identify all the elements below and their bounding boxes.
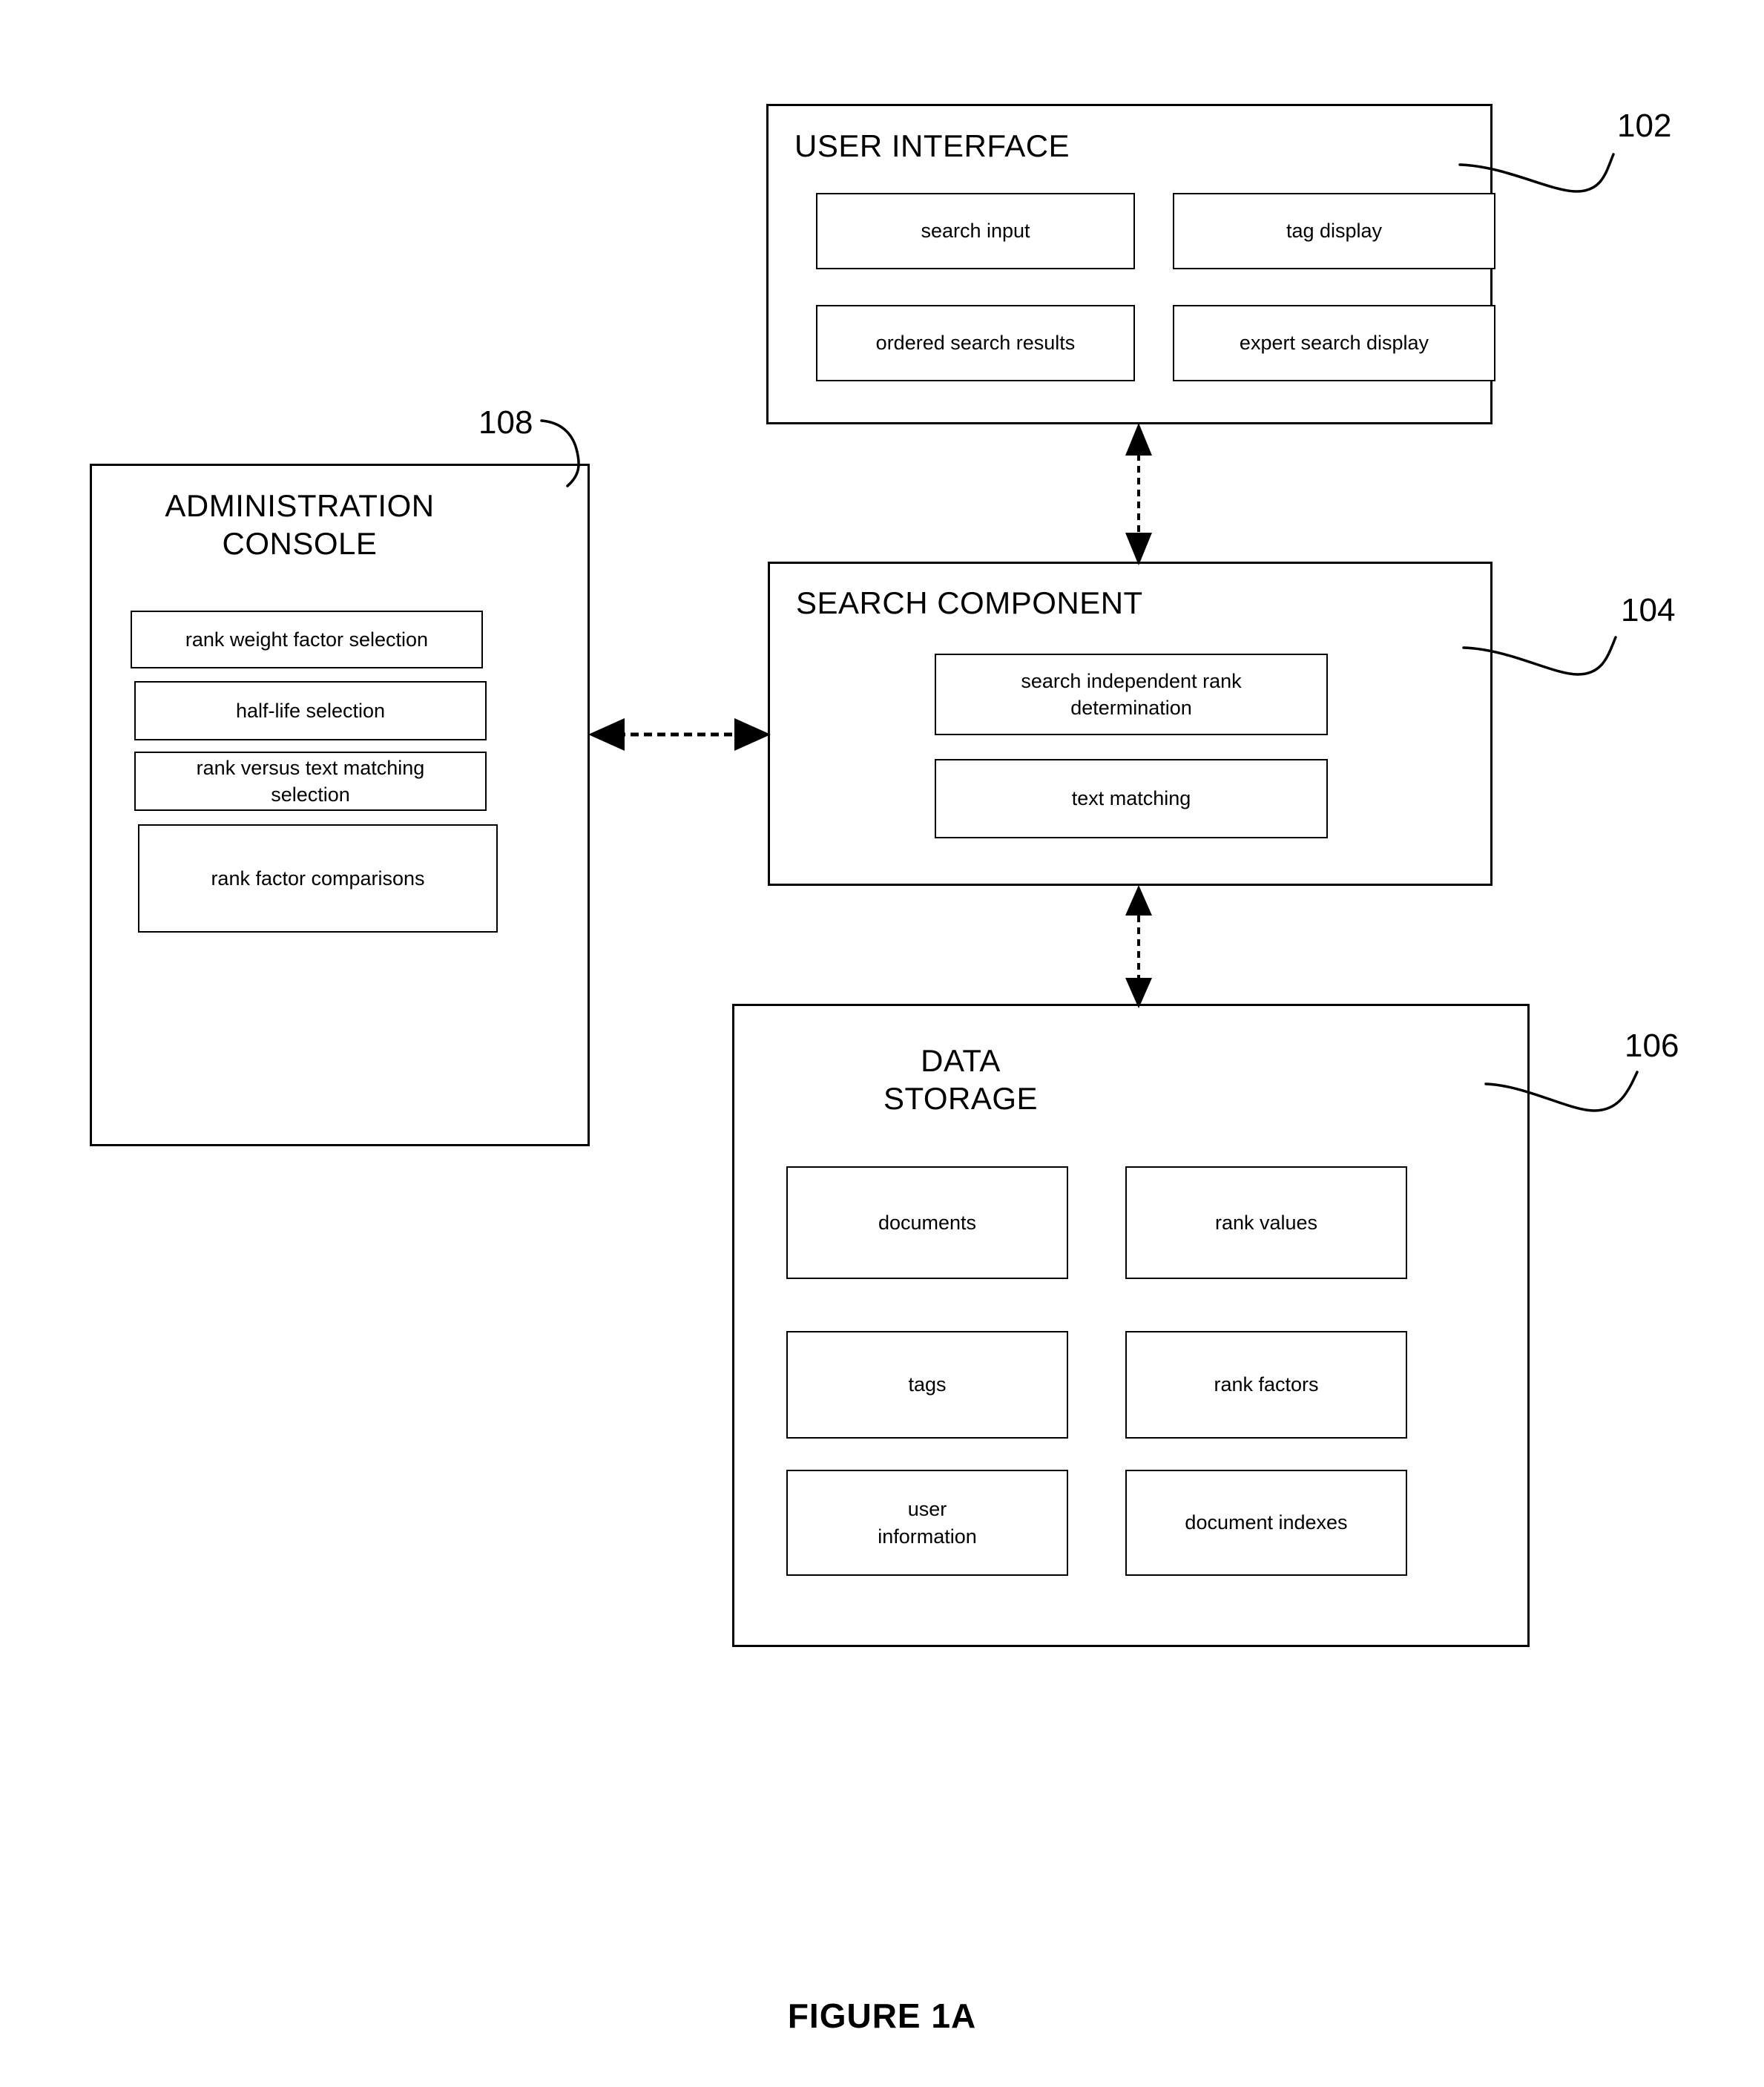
storage-box-user-information[interactable]: user information <box>786 1470 1068 1576</box>
storage-box-document-indexes-label: document indexes <box>1185 1511 1348 1534</box>
storage-box-tags[interactable]: tags <box>786 1331 1068 1439</box>
storage-box-user-information-label: user information <box>878 1498 977 1548</box>
ui-box-ordered-search-results-label: ordered search results <box>875 332 1076 355</box>
admin-box-rank-weight-factor-selection[interactable]: rank weight factor selection <box>131 611 483 668</box>
ui-box-search-input-label: search input <box>921 220 1030 243</box>
panel-user-interface: USER INTERFACE search input tag display … <box>766 104 1495 424</box>
ui-box-tag-display-label: tag display <box>1286 220 1383 243</box>
panel-search-component: SEARCH COMPONENT search independent rank… <box>768 562 1493 886</box>
storage-box-rank-factors-label: rank factors <box>1214 1373 1319 1396</box>
ui-box-search-input[interactable]: search input <box>816 193 1135 269</box>
ref-numeral-108: 108 <box>478 404 533 441</box>
connector-admin-to-search <box>588 718 771 751</box>
data-storage-title: DATA STORAGE <box>883 1043 1039 1117</box>
admin-box-rank-factor-comparisons-label: rank factor comparisons <box>211 867 425 890</box>
storage-box-rank-values[interactable]: rank values <box>1125 1166 1407 1279</box>
ui-box-tag-display[interactable]: tag display <box>1173 193 1495 269</box>
storage-box-rank-factors[interactable]: rank factors <box>1125 1331 1407 1439</box>
search-component-title: SEARCH COMPONENT <box>796 585 1143 620</box>
ui-box-expert-search-display[interactable]: expert search display <box>1173 305 1495 381</box>
ref-numeral-104: 104 <box>1621 592 1676 628</box>
ui-box-ordered-search-results[interactable]: ordered search results <box>816 305 1135 381</box>
storage-box-document-indexes[interactable]: document indexes <box>1125 1470 1407 1576</box>
admin-box-rank-versus-text-matching-selection[interactable]: rank versus text matching selection <box>134 752 487 811</box>
search-box-text-matching-label: text matching <box>1071 787 1191 810</box>
administration-console-title: ADMINISTRATION CONSOLE <box>165 488 435 562</box>
admin-box-rank-weight-factor-selection-label: rank weight factor selection <box>185 628 429 651</box>
search-box-search-independent-rank-determination[interactable]: search independent rank determination <box>935 654 1328 735</box>
panel-administration-console: ADMINISTRATION CONSOLE rank weight facto… <box>90 464 590 1146</box>
ref-numeral-102: 102 <box>1617 108 1672 144</box>
panel-data-storage: DATA STORAGE documents rank values tags … <box>732 1004 1530 1647</box>
connector-search-to-storage <box>1125 885 1152 1008</box>
figure-canvas: USER INTERFACE search input tag display … <box>0 0 1764 2087</box>
storage-box-tags-label: tags <box>908 1373 947 1396</box>
search-box-text-matching[interactable]: text matching <box>935 759 1328 838</box>
storage-box-rank-values-label: rank values <box>1214 1211 1318 1234</box>
admin-box-half-life-selection-label: half-life selection <box>235 699 386 722</box>
ref-numeral-106: 106 <box>1625 1028 1679 1064</box>
search-box-search-independent-rank-determination-label: search independent rank determination <box>1021 669 1242 719</box>
admin-box-rank-factor-comparisons[interactable]: rank factor comparisons <box>138 824 498 933</box>
connector-ui-to-search <box>1125 423 1152 565</box>
admin-box-rank-versus-text-matching-selection-label: rank versus text matching selection <box>196 756 425 806</box>
user-interface-title: USER INTERFACE <box>794 128 1070 163</box>
storage-box-documents-label: documents <box>878 1211 977 1234</box>
figure-caption: FIGURE 1A <box>787 1996 977 2035</box>
admin-box-half-life-selection[interactable]: half-life selection <box>134 681 487 740</box>
storage-box-documents[interactable]: documents <box>786 1166 1068 1279</box>
ui-box-expert-search-display-label: expert search display <box>1239 332 1429 355</box>
